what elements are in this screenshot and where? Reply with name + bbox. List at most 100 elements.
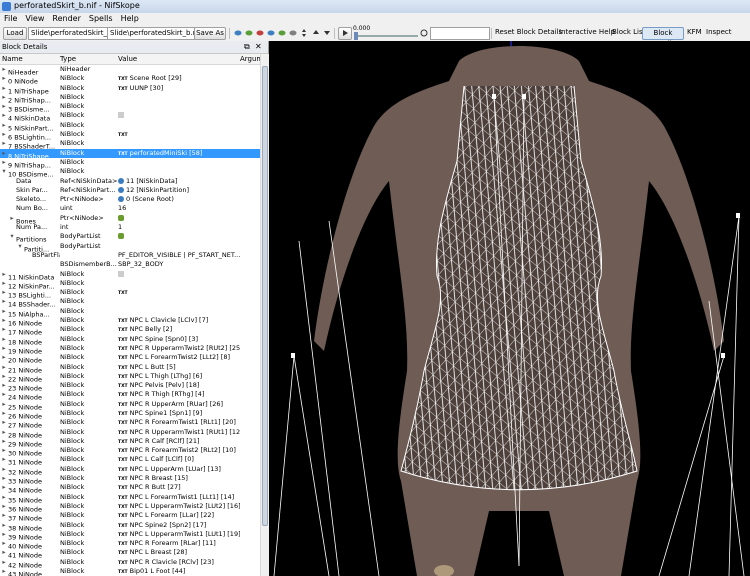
- expand-icon[interactable]: ▸: [0, 446, 8, 455]
- expand-icon[interactable]: ▸: [0, 428, 8, 437]
- animation-select[interactable]: [430, 27, 490, 40]
- table-row[interactable]: Num Bo... uint 16: [0, 204, 260, 213]
- expand-icon[interactable]: ▸: [0, 288, 8, 297]
- expand-icon[interactable]: ▸: [0, 372, 8, 381]
- expand-icon[interactable]: ▸: [0, 465, 8, 474]
- expand-icon[interactable]: ▸: [0, 390, 8, 399]
- play-button[interactable]: [338, 27, 352, 40]
- table-row[interactable]: ▸ 17 NiNode NiBlock TXT NPC Belly [2]: [0, 325, 260, 336]
- table-row[interactable]: ▸ 29 NiNode NiBlock TXT NPC R Calf [RClf] [2…: [0, 437, 260, 448]
- scrollbar-thumb[interactable]: [262, 66, 268, 526]
- kfm-button[interactable]: KFM: [687, 27, 702, 38]
- load-path-field[interactable]: Slide\perforatedSkirt_b.nif: [28, 27, 108, 40]
- header-value[interactable]: Value: [118, 54, 137, 64]
- table-row[interactable]: ▸ 16 NiNode NiBlock TXT NPC L Clavicle [LClv…: [0, 316, 260, 327]
- table-row[interactable]: Skeleto... Ptr<NiNode> 0 (Scene Root): [0, 195, 260, 204]
- table-row[interactable]: ▸ 2 NiTriShap... NiBlock: [0, 93, 260, 104]
- expand-icon[interactable]: ▸: [0, 455, 8, 464]
- expand-icon[interactable]: ▸: [0, 307, 8, 316]
- collapse-icon[interactable]: ▾: [0, 167, 8, 176]
- collapse-icon[interactable]: ▾: [16, 242, 24, 251]
- table-row[interactable]: ▾ Partiti... BodyPartList: [0, 242, 260, 253]
- view-top-icon[interactable]: [256, 29, 264, 37]
- table-row[interactable]: ▸ 5 NiSkinPart... NiBlock: [0, 121, 260, 132]
- table-row[interactable]: ▸ 28 NiNode NiBlock TXT NPC R UpperarmTwist1…: [0, 428, 260, 439]
- header-type[interactable]: Type: [60, 54, 76, 64]
- menu-spells[interactable]: Spells: [85, 13, 117, 25]
- expand-icon[interactable]: ▸: [0, 65, 8, 74]
- save-path-field[interactable]: Slide\perforatedSkirt_b.nif: [107, 27, 195, 40]
- table-row[interactable]: ▸ 9 NiTriShap... NiBlock: [0, 158, 260, 169]
- table-row[interactable]: BSPartFlag PF_EDITOR_VISIBLE | PF_START_N…: [0, 251, 260, 260]
- expand-icon[interactable]: ▸: [0, 158, 8, 167]
- table-row[interactable]: ▸ 30 NiNode NiBlock TXT NPC R ForearmTwist2 …: [0, 446, 260, 457]
- header-name[interactable]: Name: [2, 54, 23, 64]
- table-row[interactable]: ▸ 35 NiNode NiBlock TXT NPC L ForearmTwist1 …: [0, 493, 260, 504]
- table-row[interactable]: ▸ 41 NiNode NiBlock TXT NPC L Breast [28]: [0, 548, 260, 559]
- table-row[interactable]: ▾ Partitions BodyPartList: [0, 232, 260, 244]
- expand-icon[interactable]: ▸: [0, 84, 8, 93]
- table-row[interactable]: ▸ 21 NiNode NiBlock TXT NPC L Butt [5]: [0, 363, 260, 374]
- table-row[interactable]: ▸ 18 NiNode NiBlock TXT NPC Spine [Spn0] [3]: [0, 335, 260, 346]
- expand-icon[interactable]: ▸: [0, 102, 8, 111]
- table-row[interactable]: ▸ 26 NiNode NiBlock TXT NPC Spine1 [Spn1] [9…: [0, 409, 260, 420]
- expand-icon[interactable]: ▸: [0, 363, 8, 372]
- table-row[interactable]: ▸ 31 NiNode NiBlock TXT NPC L Calf [LClf] [0…: [0, 455, 260, 466]
- expand-icon[interactable]: ▸: [0, 502, 8, 511]
- view-front-icon[interactable]: [234, 29, 242, 37]
- table-row[interactable]: ▸ 11 NiSkinData NiBlock: [0, 270, 260, 281]
- table-row[interactable]: ▸ Bones Ptr<NiNode>: [0, 214, 260, 225]
- table-row[interactable]: ▸ 32 NiNode NiBlock TXT NPC L UpperArm [LUar…: [0, 465, 260, 476]
- loop-icon[interactable]: [420, 29, 428, 37]
- expand-icon[interactable]: ▸: [0, 297, 8, 306]
- table-row[interactable]: ▸ 20 NiNode NiBlock TXT NPC L ForearmTwist2 …: [0, 353, 260, 364]
- table-row[interactable]: BSDismemberB... SBP_32_BODY: [0, 260, 260, 269]
- table-row[interactable]: ▸ 15 NiAlpha... NiBlock: [0, 307, 260, 318]
- table-row[interactable]: ▸ 27 NiNode NiBlock TXT NPC R ForearmTwist1 …: [0, 418, 260, 429]
- load-button[interactable]: Load: [3, 27, 27, 40]
- view-walk-icon[interactable]: [289, 29, 297, 37]
- expand-icon[interactable]: ▸: [0, 381, 8, 390]
- table-row[interactable]: ▸ 37 NiNode NiBlock TXT NPC L Forearm [LLar]…: [0, 511, 260, 522]
- table-row[interactable]: ▸ 7 BSShaderT... NiBlock: [0, 139, 260, 150]
- table-row[interactable]: ▸ 33 NiNode NiBlock TXT NPC R Breast [15]: [0, 474, 260, 485]
- expand-icon[interactable]: ▸: [0, 539, 8, 548]
- expand-icon[interactable]: ▸: [0, 130, 8, 139]
- table-row[interactable]: ▸ 42 NiNode NiBlock TXT NPC R Clavicle [RClv…: [0, 558, 260, 569]
- expand-icon[interactable]: ▸: [0, 270, 8, 279]
- time-slider[interactable]: [354, 32, 418, 40]
- dropdown-arrow-icon[interactable]: [323, 29, 331, 37]
- menu-help[interactable]: Help: [117, 13, 143, 25]
- table-row[interactable]: ▸ 40 NiNode NiBlock TXT NPC R Forearm [RLar]…: [0, 539, 260, 550]
- block-list-button[interactable]: Block List: [612, 27, 645, 38]
- table-row[interactable]: ▸ 34 NiNode NiBlock TXT NPC R Butt [27]: [0, 483, 260, 494]
- time-slider-handle[interactable]: [354, 32, 358, 40]
- expand-icon[interactable]: ▸: [0, 548, 8, 557]
- table-row[interactable]: ▸ 0 NiNode NiBlock TXT Scene Root [29]: [0, 74, 260, 85]
- view-bottom-icon[interactable]: [267, 29, 275, 37]
- expand-icon[interactable]: ▸: [0, 567, 8, 576]
- expand-icon[interactable]: ▸: [0, 121, 8, 130]
- table-row[interactable]: ▸ 38 NiNode NiBlock TXT NPC Spine2 [Spn2] [1…: [0, 521, 260, 532]
- table-row[interactable]: ▸ 19 NiNode NiBlock TXT NPC R UpperarmTwist2…: [0, 344, 260, 355]
- expand-icon[interactable]: ▸: [0, 353, 8, 362]
- table-row[interactable]: ▸ 8 NiTriShape NiBlock TXT perforatedMiniSki…: [0, 148, 260, 160]
- expand-icon[interactable]: ▸: [0, 418, 8, 427]
- view-user-icon[interactable]: [278, 29, 286, 37]
- tree-scrollbar[interactable]: [260, 54, 269, 576]
- float-panel-icon[interactable]: ⧉: [244, 41, 250, 53]
- inspect-button[interactable]: Inspect: [706, 27, 732, 38]
- table-row[interactable]: Data Ref<NiSkinData> 11 [NiSkinData]: [0, 177, 260, 186]
- table-row[interactable]: ▸ 25 NiNode NiBlock TXT NPC R UpperArm [RUar…: [0, 400, 260, 411]
- menu-file[interactable]: File: [0, 13, 21, 25]
- table-row[interactable]: ▸ 3 BSDisme... NiBlock: [0, 102, 260, 113]
- expand-icon[interactable]: ▸: [0, 344, 8, 353]
- render-viewport[interactable]: [269, 41, 750, 576]
- expand-icon[interactable]: ▸: [0, 93, 8, 102]
- table-row[interactable]: ▸ 24 NiNode NiBlock TXT NPC R Thigh [RThg] […: [0, 390, 260, 401]
- expand-icon[interactable]: ▸: [0, 437, 8, 446]
- expand-icon[interactable]: ▸: [0, 521, 8, 530]
- expand-icon[interactable]: ▸: [0, 139, 8, 148]
- expand-icon[interactable]: ▸: [0, 316, 8, 325]
- table-row[interactable]: ▸ 23 NiNode NiBlock TXT NPC Pelvis [Pelv] [1…: [0, 381, 260, 392]
